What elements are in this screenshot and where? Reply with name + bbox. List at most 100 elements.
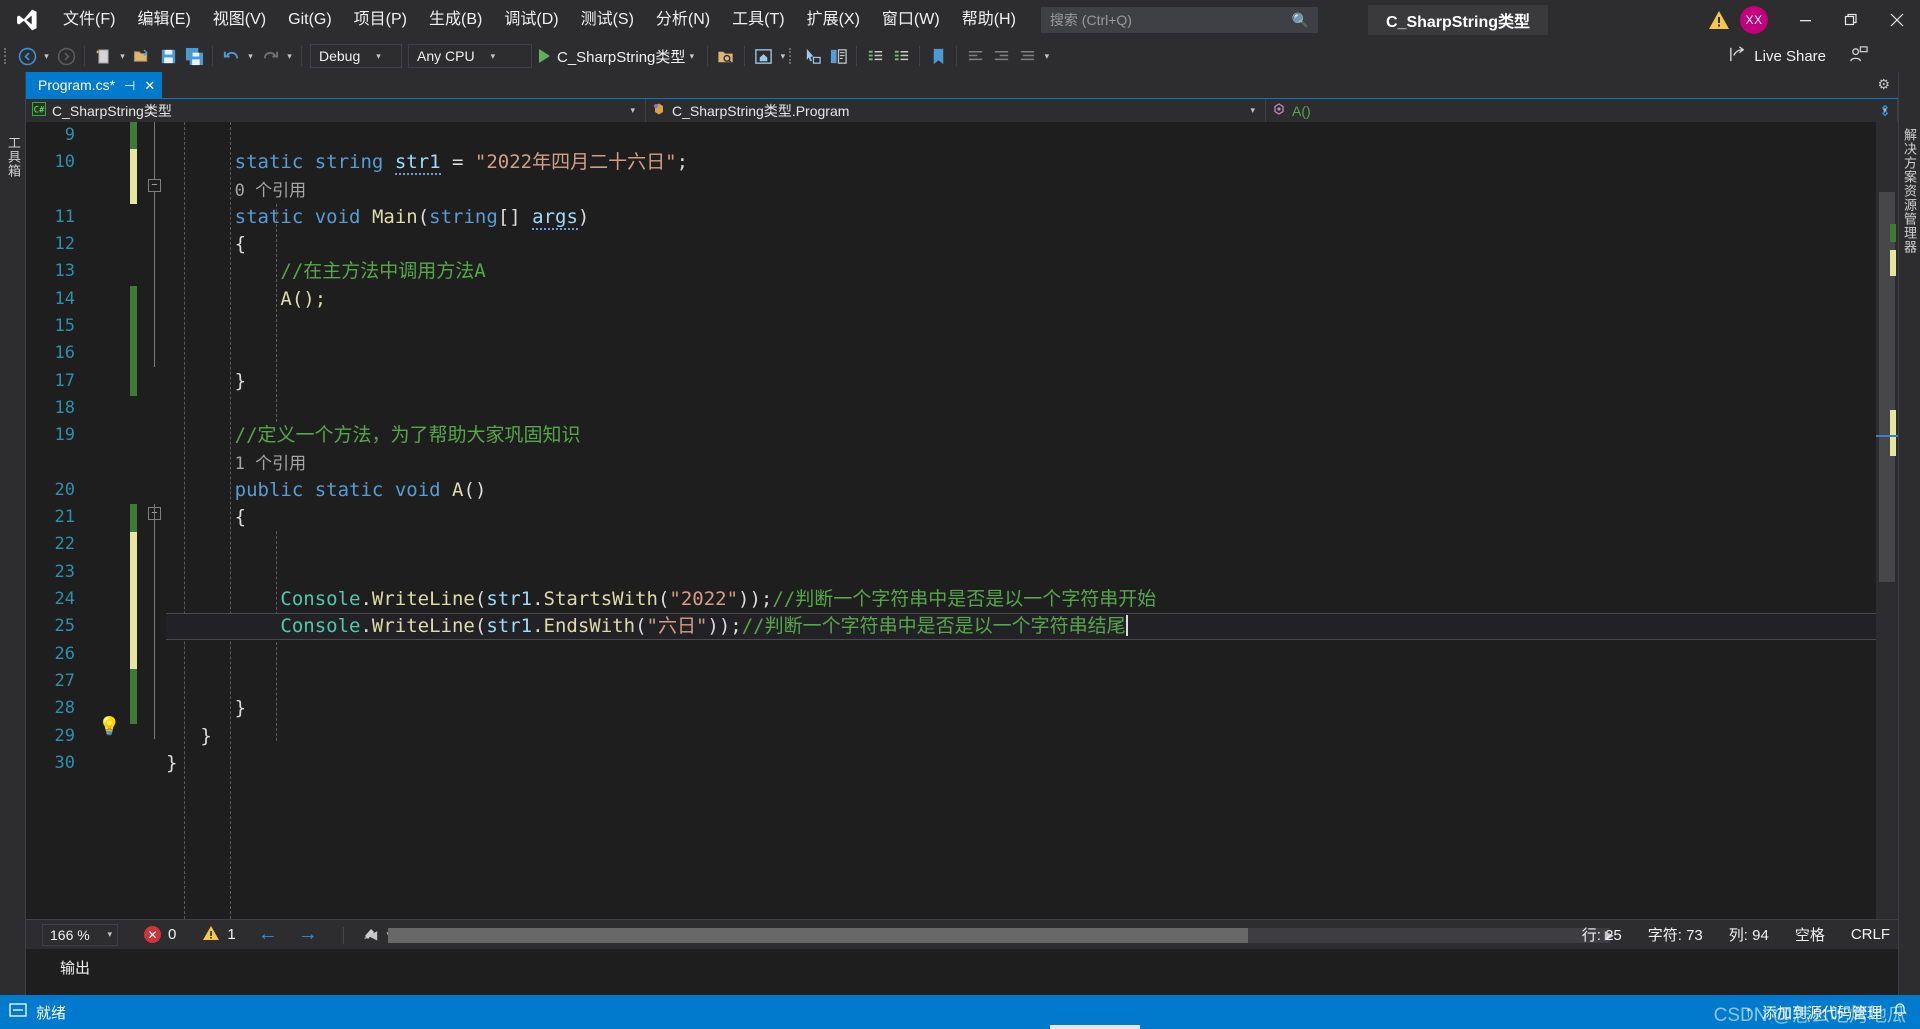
output-pane[interactable]: 输出 [26,949,1898,995]
lightbulb-icon[interactable]: 💡 [98,716,120,736]
redo-icon[interactable] [257,43,283,69]
fold-toggle-main[interactable]: − [148,179,161,192]
codelens-0-references[interactable]: 0 个引用 [166,177,1876,204]
solution-explorer-rail[interactable]: 解决方案资源管理器 [1898,72,1920,995]
taskbar-peek [1050,1025,1140,1029]
save-icon[interactable] [155,43,181,69]
line-number: 12 [54,234,75,255]
redo-dropdown[interactable]: ▾ [283,43,296,69]
warning-triangle-icon[interactable] [1702,10,1736,30]
menu-item-build[interactable]: 生成(B) [418,0,493,40]
navigate-forward-icon[interactable] [53,43,79,69]
start-debug-dropdown[interactable]: ▾ [685,43,698,69]
undo-dropdown[interactable]: ▾ [244,43,257,69]
navbar-member-dropdown[interactable]: A() ▾ [1266,99,1898,122]
close-button[interactable] [1874,0,1920,40]
toolbar-overflow[interactable]: ▾ [1040,43,1053,69]
visual-studio-window: 文件(F) 编辑(E) 视图(V) Git(G) 项目(P) 生成(B) 调试(… [0,0,1920,1029]
menu-item-analyze[interactable]: 分析(N) [645,0,721,40]
menu-item-window[interactable]: 窗口(W) [871,0,951,40]
expand-arrows-icon[interactable]: ⇕ [1874,99,1896,123]
warning-triangle-icon [202,925,220,945]
outlining-margin[interactable]: − − [140,122,166,919]
line-number: 27 [54,670,75,691]
open-folder-icon[interactable] [129,43,155,69]
indent-more-icon[interactable] [1014,43,1040,69]
code-editor[interactable]: 9 10 · 11 12 13 14 15 16 17 18 19 · 20 2… [26,122,1898,919]
line-indicator: 行: 25 [1582,924,1622,945]
menu-item-file[interactable]: 文件(F) [52,0,126,40]
horizontal-scrollbar-thumb[interactable] [388,928,1248,943]
horizontal-scrollbar[interactable] [388,928,1610,943]
zoom-level-combo[interactable]: 166 % ▾ [42,923,118,946]
scroll-left-icon[interactable]: ◀ [368,928,377,942]
toolbox-rail[interactable]: 工具箱 [0,72,26,995]
navigate-back-icon[interactable] [14,43,40,69]
gear-icon[interactable]: ⚙ [1877,76,1890,93]
menu-item-test[interactable]: 测试(S) [570,0,645,40]
list-view-2-icon[interactable] [888,43,914,69]
home-window-dropdown[interactable]: ▾ [776,43,789,69]
toolbar-separator [212,46,213,66]
menu-item-debug[interactable]: 调试(D) [493,0,569,40]
search-folder-icon[interactable] [713,43,739,69]
toolbar-grip[interactable] [4,46,14,66]
line-number: 29 [54,725,75,746]
eol-indicator[interactable]: CRLF [1851,926,1890,943]
pin-icon[interactable]: ⊣ [124,79,135,92]
toolbar-grip[interactable] [789,46,799,66]
method-writeline: WriteLine [371,588,475,611]
notification-icon[interactable] [1892,1002,1908,1022]
indent-right-icon[interactable] [988,43,1014,69]
navigate-back-dropdown[interactable]: ▾ [40,43,53,69]
list-view-icon[interactable] [862,43,888,69]
menu-item-tools[interactable]: 工具(T) [721,0,795,40]
home-window-icon[interactable] [750,43,776,69]
menu-item-edit[interactable]: 编辑(E) [126,0,201,40]
bookmark-icon[interactable] [925,43,951,69]
whitespace-indicator[interactable]: 空格 [1795,924,1825,945]
avatar[interactable]: XX [1740,6,1768,34]
person-chat-icon[interactable] [1849,45,1868,68]
menu-item-view[interactable]: 视图(V) [202,0,277,40]
line-number: 20 [54,479,75,500]
navbar-project-dropdown[interactable]: C# C_SharpString类型 ▾ [26,99,646,122]
search-input[interactable] [1049,12,1288,28]
menu-item-git[interactable]: Git(G) [277,0,343,40]
search-box[interactable]: 🔍 [1040,7,1318,33]
indent-left-icon[interactable] [962,43,988,69]
visual-studio-logo-icon [0,0,52,40]
undo-icon[interactable] [218,43,244,69]
codelens-1-reference[interactable]: 1 个引用 [166,450,1876,477]
platform-combo[interactable]: Any CPU ▾ [408,44,532,68]
pointer-select-icon[interactable] [799,43,825,69]
arrow-right-icon[interactable]: → [298,923,318,946]
tab-program-cs[interactable]: Program.cs* ⊣ ✕ [26,72,163,98]
save-all-icon[interactable] [181,43,207,69]
configuration-combo[interactable]: Debug ▾ [310,44,402,68]
column-value: 94 [1752,927,1769,944]
menu-item-help[interactable]: 帮助(H) [951,0,1027,40]
new-project-dropdown[interactable]: ▾ [116,43,129,69]
glyph-margin[interactable]: 💡 [82,122,130,919]
menu-item-project[interactable]: 项目(P) [343,0,418,40]
vertical-scrollbar[interactable] [1876,122,1898,919]
status-source-control-group[interactable]: ↑ 添加到源代码管理 [1744,1002,1908,1023]
line-number: 25 [54,616,75,637]
new-project-icon[interactable] [90,43,116,69]
ident-str1: str1 [394,151,441,176]
minimize-button[interactable] [1782,0,1828,40]
close-icon[interactable]: ✕ [144,79,155,92]
kw-static: static [314,478,384,501]
menu-item-extensions[interactable]: 扩展(X) [796,0,871,40]
arrow-left-icon[interactable]: ← [258,923,278,946]
live-share-button[interactable]: Live Share [1728,40,1868,72]
warning-count-group[interactable]: 1 [202,925,236,945]
navbar-type-dropdown[interactable]: C_SharpString类型.Program ▾ [646,99,1266,122]
start-debug-button[interactable]: C_SharpString类型 ▾ [535,43,702,69]
error-count-group[interactable]: ✕ 0 [144,926,176,943]
compare-window-icon[interactable] [825,43,851,69]
code-text-area[interactable]: static string str1 = "2022年四月二十六日"; 0 个引… [166,122,1876,919]
restore-button[interactable] [1828,0,1874,40]
